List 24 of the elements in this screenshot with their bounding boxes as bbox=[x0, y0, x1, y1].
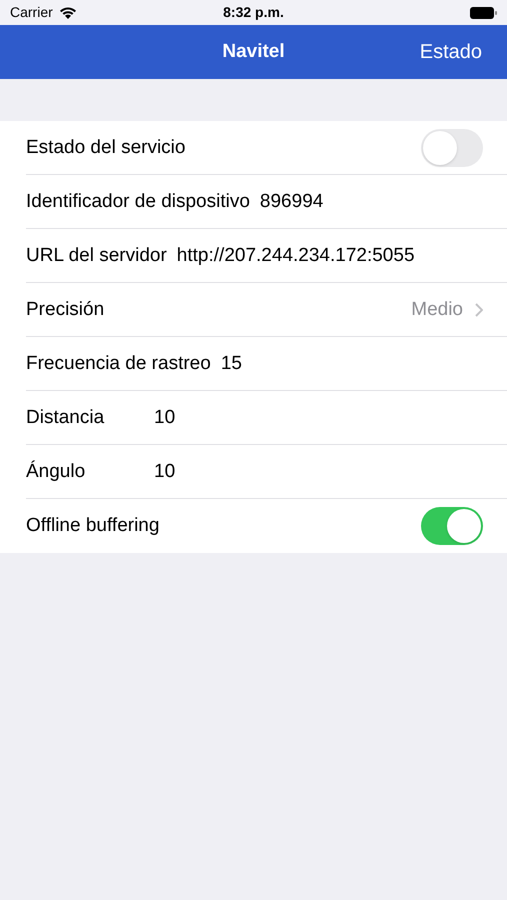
toggle-switch[interactable] bbox=[421, 129, 483, 167]
input-field[interactable]: 896994 bbox=[260, 188, 483, 216]
setting-label: Distancia bbox=[26, 406, 106, 430]
input-field[interactable]: http://207.244.234.172:5055 bbox=[176, 242, 483, 270]
input-field[interactable]: 15 bbox=[220, 350, 483, 378]
navigation-title: Navitel bbox=[222, 40, 285, 64]
chevron-icon bbox=[475, 303, 483, 317]
input-field[interactable]: 10 bbox=[154, 458, 483, 486]
toggle-switch[interactable] bbox=[421, 507, 483, 545]
detail-value: Medio bbox=[411, 298, 463, 322]
setting-label: Precisión bbox=[26, 298, 104, 322]
setting-label: Ángulo bbox=[26, 460, 86, 484]
setting-label: Frecuencia de rastreo bbox=[26, 352, 211, 376]
setting-label: Identificador de dispositivo bbox=[26, 190, 250, 214]
battery-icon bbox=[470, 6, 497, 18]
wifi-icon bbox=[58, 6, 77, 19]
setting-label: Offline buffering bbox=[26, 514, 160, 538]
carrier-name: Carrier bbox=[10, 3, 53, 22]
status-button[interactable]: Estado bbox=[420, 37, 482, 67]
setting-label: Estado del servicio bbox=[26, 136, 186, 160]
setting-label: URL del servidor bbox=[26, 244, 167, 268]
status-time: 8:32 p.m. bbox=[223, 3, 284, 22]
precision-row[interactable]: Precisión Medio bbox=[0, 283, 507, 337]
input-field[interactable]: 10 bbox=[154, 404, 483, 432]
